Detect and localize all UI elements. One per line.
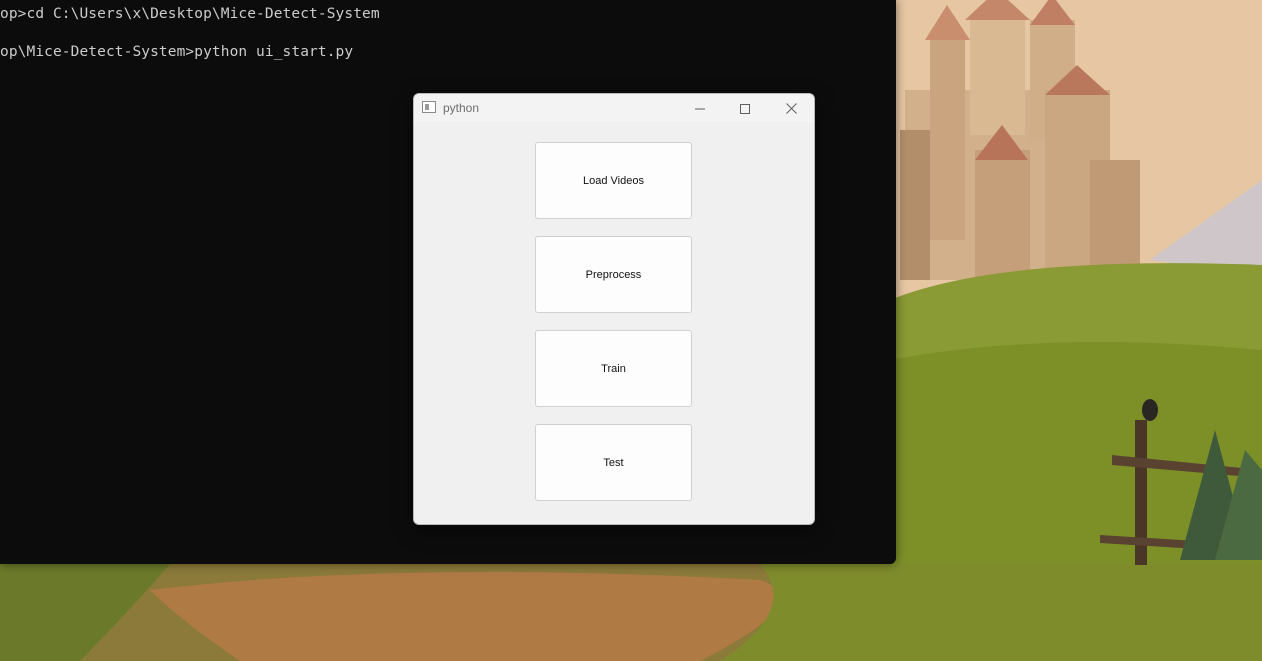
python-app-window: python Load Videos Preprocess Train Test — [413, 93, 815, 525]
load-videos-button[interactable]: Load Videos — [535, 142, 692, 219]
window-titlebar[interactable]: python — [414, 94, 814, 123]
app-window-icon — [422, 101, 436, 113]
terminal-line: op>cd C:\Users\x\Desktop\Mice-Detect-Sys… — [0, 6, 380, 22]
minimize-button[interactable] — [677, 94, 723, 123]
close-icon — [785, 103, 797, 114]
terminal-line: op\Mice-Detect-System>python ui_start.py — [0, 44, 354, 60]
close-button[interactable] — [768, 94, 814, 123]
preprocess-button[interactable]: Preprocess — [535, 236, 692, 313]
bird-illustration — [1142, 399, 1158, 421]
maximize-button[interactable] — [722, 94, 768, 123]
window-title: python — [443, 101, 480, 115]
desktop: op>cd C:\Users\x\Desktop\Mice-Detect-Sys… — [0, 0, 1262, 661]
minimize-icon — [695, 108, 705, 109]
train-button[interactable]: Train — [535, 330, 692, 407]
test-button[interactable]: Test — [535, 424, 692, 501]
maximize-icon — [740, 103, 750, 114]
